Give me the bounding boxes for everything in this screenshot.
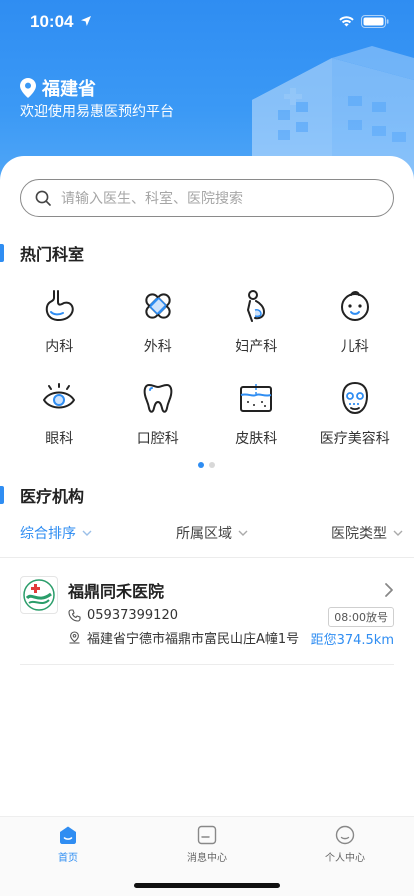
divider bbox=[0, 557, 414, 558]
battery-icon bbox=[361, 15, 389, 28]
hospital-logo bbox=[20, 576, 58, 614]
hospital-phone-row[interactable]: 05937399120 bbox=[68, 608, 178, 623]
status-bar: 10:04 bbox=[0, 0, 414, 44]
divider bbox=[20, 664, 394, 665]
department-label: 皮肤科 bbox=[235, 431, 278, 447]
location-pin-icon bbox=[69, 631, 80, 644]
search-icon bbox=[35, 190, 51, 206]
skin-icon bbox=[240, 384, 273, 412]
chevron-right-icon[interactable] bbox=[384, 582, 394, 598]
hospital-emblem-icon bbox=[23, 579, 55, 611]
search-placeholder: 请输入医生、科室、医院搜索 bbox=[61, 191, 243, 207]
department-grid: 内科 外科 妇产科 儿科 眼科 口腔科 皮肤科 医疗美容科 bbox=[10, 284, 404, 468]
tab-label: 首页 bbox=[58, 853, 78, 864]
pregnant-icon bbox=[247, 290, 266, 322]
page-indicator bbox=[198, 462, 215, 468]
search-input[interactable]: 请输入医生、科室、医院搜索 bbox=[20, 179, 394, 217]
phone-icon bbox=[68, 609, 81, 622]
department-stomatology[interactable]: 口腔科 bbox=[109, 376, 208, 468]
stomach-icon bbox=[46, 290, 75, 322]
region-name: 福建省 bbox=[42, 79, 96, 100]
department-label: 医疗美容科 bbox=[319, 431, 390, 447]
tab-home[interactable]: 首页 bbox=[18, 825, 118, 864]
section-title: 医疗机构 bbox=[20, 487, 85, 506]
hospital-address: 福建省宁德市福鼎市富民山庄A幢1号 bbox=[87, 632, 300, 647]
filter-bar: 综合排序 所属区域 医院类型 bbox=[0, 523, 414, 547]
filter-label: 综合排序 bbox=[20, 526, 76, 542]
department-label: 妇产科 bbox=[235, 339, 278, 355]
hospital-name: 福鼎同禾医院 bbox=[68, 582, 165, 601]
department-ophthalmology[interactable]: 眼科 bbox=[10, 376, 109, 468]
chevron-down-icon bbox=[393, 530, 403, 536]
hot-departments-header: 热门科室 bbox=[0, 242, 84, 264]
main-content: 请输入医生、科室、医院搜索 热门科室 内科 外科 妇产科 儿科 眼科 口腔科 皮… bbox=[0, 156, 414, 816]
department-pediatrics[interactable]: 儿科 bbox=[306, 284, 405, 376]
beauty-face-icon bbox=[341, 381, 368, 415]
filter-label: 所属区域 bbox=[176, 526, 232, 542]
message-icon bbox=[197, 825, 217, 845]
tab-label: 个人中心 bbox=[325, 853, 365, 864]
department-label: 内科 bbox=[45, 339, 74, 355]
section-title: 热门科室 bbox=[20, 245, 85, 264]
location-pin-icon bbox=[20, 78, 36, 98]
department-label: 口腔科 bbox=[136, 431, 179, 447]
department-cosmetic-medicine[interactable]: 医疗美容科 bbox=[306, 376, 405, 468]
filter-sort[interactable]: 综合排序 bbox=[20, 523, 92, 543]
filter-hospital-type[interactable]: 医院类型 bbox=[331, 523, 403, 543]
filter-region[interactable]: 所属区域 bbox=[176, 523, 248, 543]
department-label: 外科 bbox=[143, 339, 172, 355]
tab-bar: 首页 消息中心 个人中心 bbox=[0, 816, 414, 896]
profile-icon bbox=[335, 825, 355, 845]
department-obstetrics[interactable]: 妇产科 bbox=[207, 284, 306, 376]
location-arrow-icon bbox=[81, 16, 91, 26]
department-surgery[interactable]: 外科 bbox=[109, 284, 208, 376]
release-time-badge: 08:00放号 bbox=[328, 607, 394, 627]
tab-profile[interactable]: 个人中心 bbox=[295, 825, 395, 864]
status-time: 10:04 bbox=[30, 12, 74, 31]
chevron-down-icon bbox=[238, 530, 248, 536]
tab-messages[interactable]: 消息中心 bbox=[157, 825, 257, 864]
wifi-icon bbox=[339, 16, 354, 27]
chevron-down-icon bbox=[82, 530, 92, 536]
baby-face-icon bbox=[340, 291, 369, 321]
page-dot-active bbox=[198, 462, 204, 468]
filter-label: 医院类型 bbox=[331, 526, 387, 542]
welcome-text: 欢迎使用易惠医预约平台 bbox=[20, 104, 174, 120]
bandage-icon bbox=[145, 293, 171, 319]
home-icon bbox=[60, 826, 76, 844]
department-label: 眼科 bbox=[45, 431, 74, 447]
distance-text: 距您374.5km bbox=[310, 633, 394, 648]
hospital-phone: 05937399120 bbox=[87, 608, 178, 623]
region-selector[interactable]: 福建省 bbox=[20, 76, 96, 100]
section-accent-bar bbox=[0, 244, 4, 262]
department-internal-medicine[interactable]: 内科 bbox=[10, 284, 109, 376]
institutions-header: 医疗机构 bbox=[0, 484, 84, 506]
page-dot bbox=[209, 462, 215, 468]
home-indicator[interactable] bbox=[134, 883, 280, 888]
eye-icon bbox=[43, 383, 76, 409]
tab-label: 消息中心 bbox=[187, 853, 227, 864]
section-accent-bar bbox=[0, 486, 4, 504]
tooth-icon bbox=[143, 384, 173, 413]
hospital-address-row: 福建省宁德市福鼎市富民山庄A幢1号 bbox=[68, 628, 299, 647]
department-label: 儿科 bbox=[340, 339, 369, 355]
hospital-card[interactable]: 福鼎同禾医院 05937399120 福建省宁德市福鼎市富民山庄A幢1号 08:… bbox=[20, 576, 394, 666]
department-dermatology[interactable]: 皮肤科 bbox=[207, 376, 306, 468]
